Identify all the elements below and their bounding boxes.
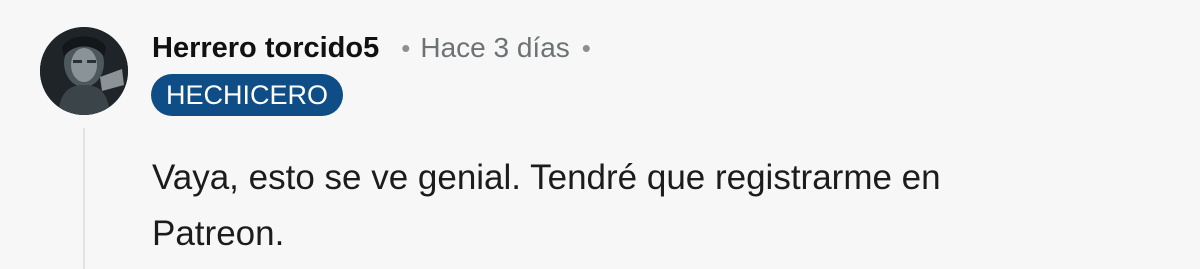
separator-dot: • [401, 32, 411, 63]
timestamp[interactable]: Hace 3 días [420, 32, 569, 64]
comment: Herrero torcido5 • Hace 3 días • HECHICE… [0, 0, 1200, 269]
separator-dot-trailing: • [581, 32, 591, 63]
avatar-image [40, 27, 128, 115]
comment-meta: Herrero torcido5 • Hace 3 días • [152, 30, 591, 66]
thread-line[interactable] [83, 128, 85, 269]
username[interactable]: Herrero torcido5 [152, 32, 379, 65]
user-flair-badge: HECHICERO [151, 74, 344, 116]
avatar[interactable] [40, 27, 128, 115]
comment-body: Vaya, esto se ve genial. Tendré que regi… [152, 158, 941, 253]
